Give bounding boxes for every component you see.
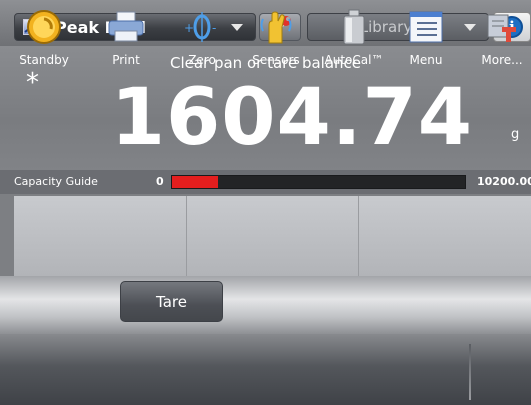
calibration-weight-icon — [334, 7, 374, 47]
capacity-min: 0 — [156, 175, 164, 188]
nav-autocal-label: AutoCal™ — [324, 53, 384, 67]
printer-icon — [106, 7, 146, 47]
data-panel-cell — [359, 196, 531, 276]
nav-standby-button[interactable]: Standby — [12, 0, 76, 71]
stability-indicator: * — [26, 68, 39, 98]
nav-print-label: Print — [112, 53, 140, 67]
nav-zero-button[interactable]: + - Zero — [170, 0, 234, 71]
nav-standby-label: Standby — [19, 53, 69, 67]
svg-text:+: + — [184, 21, 194, 35]
standby-icon — [24, 7, 64, 47]
nav-menu-button[interactable]: Menu — [394, 0, 458, 71]
capacity-guide-label: Capacity Guide — [14, 175, 98, 188]
capacity-guide: Capacity Guide 0 10200.00 — [0, 170, 531, 194]
data-panel-cell — [14, 196, 187, 276]
data-panel-cell — [187, 196, 360, 276]
nav-sensors-label: Sensors — [252, 53, 300, 67]
nav-more-label: More... — [481, 53, 523, 67]
capacity-max: 10200.00 — [477, 175, 531, 188]
nav-divider — [469, 344, 471, 400]
weight-reading: 1604.74 — [110, 73, 473, 163]
zero-icon: + - — [182, 7, 222, 47]
more-icon — [482, 7, 522, 47]
tare-button[interactable]: Tare — [120, 281, 223, 322]
data-panel — [14, 196, 531, 276]
nav-more-button[interactable]: More... — [473, 0, 531, 71]
svg-text:-: - — [212, 21, 216, 35]
action-strip — [0, 276, 531, 334]
capacity-bar — [171, 175, 466, 189]
menu-icon — [406, 7, 446, 47]
capacity-bar-fill — [172, 176, 218, 188]
sensor-hand-icon — [256, 7, 296, 47]
weight-unit: g — [511, 127, 520, 142]
nav-zero-label: Zero — [188, 53, 216, 67]
nav-autocal-button[interactable]: AutoCal™ — [322, 0, 386, 71]
navigation-bar — [0, 334, 531, 405]
nav-sensors-button[interactable]: Sensors — [244, 0, 308, 71]
nav-menu-label: Menu — [409, 53, 443, 67]
nav-print-button[interactable]: Print — [94, 0, 158, 71]
